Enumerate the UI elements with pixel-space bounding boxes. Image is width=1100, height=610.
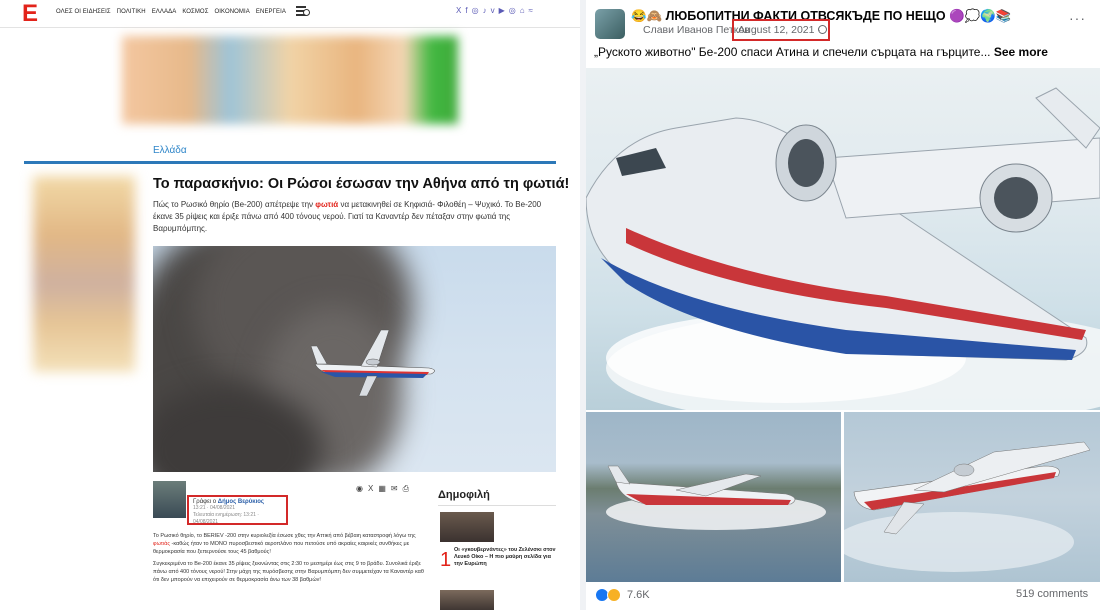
lead-text-start: Πώς το Ρωσικό θηρίο (Be-200) απέτρεψε τη… (153, 200, 316, 209)
author-highlight-box: Γράφει ο Δήμος Βερύκιος 13:21 · 04/08/20… (187, 495, 288, 525)
article-body-paragraph: Το Ρωσικό θηρίο, το BERIEV -200 στην κυρ… (153, 532, 429, 556)
reaction-count: 7.6K (627, 589, 650, 601)
post-text: „Руското животно" Бе-200 спаси Атина и с… (594, 45, 1048, 59)
facebook-post-screenshot: 😂🙈 ЛЮБОПИТНИ ФАКТИ ОТВСЯКЪДЕ ПО НЕЩО 🟣💭🌍… (586, 0, 1100, 610)
x-icon[interactable]: X (456, 6, 461, 15)
category-divider (24, 161, 556, 164)
publish-time: 13:21 · 04/08/2021 (193, 505, 235, 511)
main-nav: ΟΛΕΣ ΟΙ ΕΙΔΗΣΕΙΣ ΠΟΛΙΤΙΚΗ ΕΛΛΑΔΑ ΚΟΣΜΟΣ … (56, 9, 286, 15)
be200-skimming-illustration (606, 465, 826, 530)
see-more-link[interactable]: See more (994, 45, 1048, 59)
post-photo-bottom-left[interactable] (586, 412, 841, 582)
category-link[interactable]: Ελλάδα (153, 145, 187, 156)
email-share-icon[interactable]: ✉ (391, 484, 398, 494)
news-site-screenshot: E ΟΛΕΣ ΟΙ ΕΙΔΗΣΕΙΣ ΠΟΛΙΤΙΚΗ ΕΛΛΑΔΑ ΚΟΣΜΟ… (0, 0, 580, 610)
nav-item-world[interactable]: ΚΟΣΜΟΣ (182, 9, 208, 15)
comment-count-link[interactable]: 519 comments (1016, 588, 1088, 600)
facebook-icon[interactable]: f (465, 6, 467, 15)
instagram-icon[interactable]: ◎ (472, 6, 479, 15)
article-lead: Πώς το Ρωσικό θηρίο (Be-200) απέτρεψε τη… (153, 199, 558, 235)
more-options-icon[interactable]: ··· (1069, 10, 1086, 26)
body-text-end: -καθώς ήταν το ΜΟΝΟ πυροσβεστικό αεροπλά… (153, 541, 410, 555)
be200-plane-illustration (311, 329, 435, 397)
article-body-paragraph-2: Συγκεκριμένα το Be-200 έκανε 35 ρίψεις ξ… (153, 561, 424, 583)
post-text-content: „Руското животно" Бе-200 спаси Атина и с… (594, 45, 991, 59)
linkedin-share-icon[interactable]: ▦ (378, 484, 386, 494)
menu-search-icon[interactable] (296, 6, 310, 18)
blurred-side-ad[interactable] (33, 176, 135, 372)
be200-water-landing-illustration (586, 87, 1100, 410)
popular-divider (438, 505, 556, 506)
print-icon[interactable]: ⎙ (403, 484, 409, 494)
messenger-icon[interactable]: ◎ (509, 6, 516, 15)
facebook-share-icon[interactable]: ◉ (356, 484, 363, 494)
tiktok-icon[interactable]: ♪ (483, 6, 487, 15)
popular-thumbnail[interactable] (440, 512, 494, 542)
date-highlight-box: August 12, 2021 · (732, 19, 830, 41)
nav-item-politics[interactable]: ΠΟΛΙΤΙΚΗ (117, 9, 146, 15)
home-icon[interactable]: ⌂ (520, 6, 525, 15)
body-highlight-link[interactable]: φωτιάς (153, 541, 170, 547)
hero-photo-be200-over-smoke (153, 246, 556, 472)
x-share-icon[interactable]: X (368, 484, 373, 494)
social-icons: X f ◎ ♪ v ▶ ◎ ⌂ ≈ (456, 6, 533, 15)
post-photo-main[interactable] (586, 68, 1100, 410)
article-title: Το παρασκήνιο: Οι Ρώσοι έσωσαν την Αθήνα… (153, 176, 570, 192)
popular-item-link[interactable]: Οι «γκουβερνάντες» του Ζελένσκι στον Λευ… (454, 547, 556, 568)
be200-flying-illustration (844, 441, 1091, 572)
reactions-summary[interactable]: 7.6K (595, 588, 650, 602)
body-text-start: Το Ρωσικό θηρίο, το BERIEV -200 στην κυρ… (153, 533, 416, 539)
author-avatar[interactable] (153, 481, 186, 518)
update-time: Τελευταία ενημέρωση: 13:21 · 04/08/2021 (193, 512, 259, 525)
blurred-ad-banner[interactable] (122, 36, 458, 124)
popular-rank: 1 (440, 549, 452, 571)
nav-item-economy[interactable]: ΟΙΚΟΝΟΜΙΑ (215, 9, 250, 15)
popular-thumbnail-2[interactable] (440, 590, 494, 610)
popular-heading: Δημοφιλή (438, 489, 490, 501)
site-logo[interactable]: E (22, 2, 38, 26)
page-avatar[interactable] (595, 9, 625, 39)
nav-item-greece[interactable]: ΕΛΛΑΔΑ (152, 9, 177, 15)
nav-item-all-news[interactable]: ΟΛΕΣ ΟΙ ΕΙΔΗΣΕΙΣ (56, 9, 111, 15)
post-date-link[interactable]: August 12, 2021 · (738, 24, 821, 36)
post-photo-bottom-right[interactable] (844, 412, 1100, 582)
youtube-icon[interactable]: ▶ (499, 6, 505, 15)
rss-icon[interactable]: ≈ (529, 6, 533, 15)
globe-icon (818, 25, 827, 34)
wow-reaction-icon (607, 588, 621, 602)
site-header: E ΟΛΕΣ ΟΙ ΕΙΔΗΣΕΙΣ ΠΟΛΙΤΙΚΗ ΕΛΛΑΔΑ ΚΟΣΜΟ… (0, 0, 580, 28)
viber-icon[interactable]: v (491, 6, 495, 15)
lead-highlight-link[interactable]: φωτιά (315, 200, 338, 209)
share-icons: ◉ X ▦ ✉ ⎙ (356, 484, 409, 494)
nav-item-energy[interactable]: ΕΝΕΡΓΕΙΑ (256, 9, 286, 15)
